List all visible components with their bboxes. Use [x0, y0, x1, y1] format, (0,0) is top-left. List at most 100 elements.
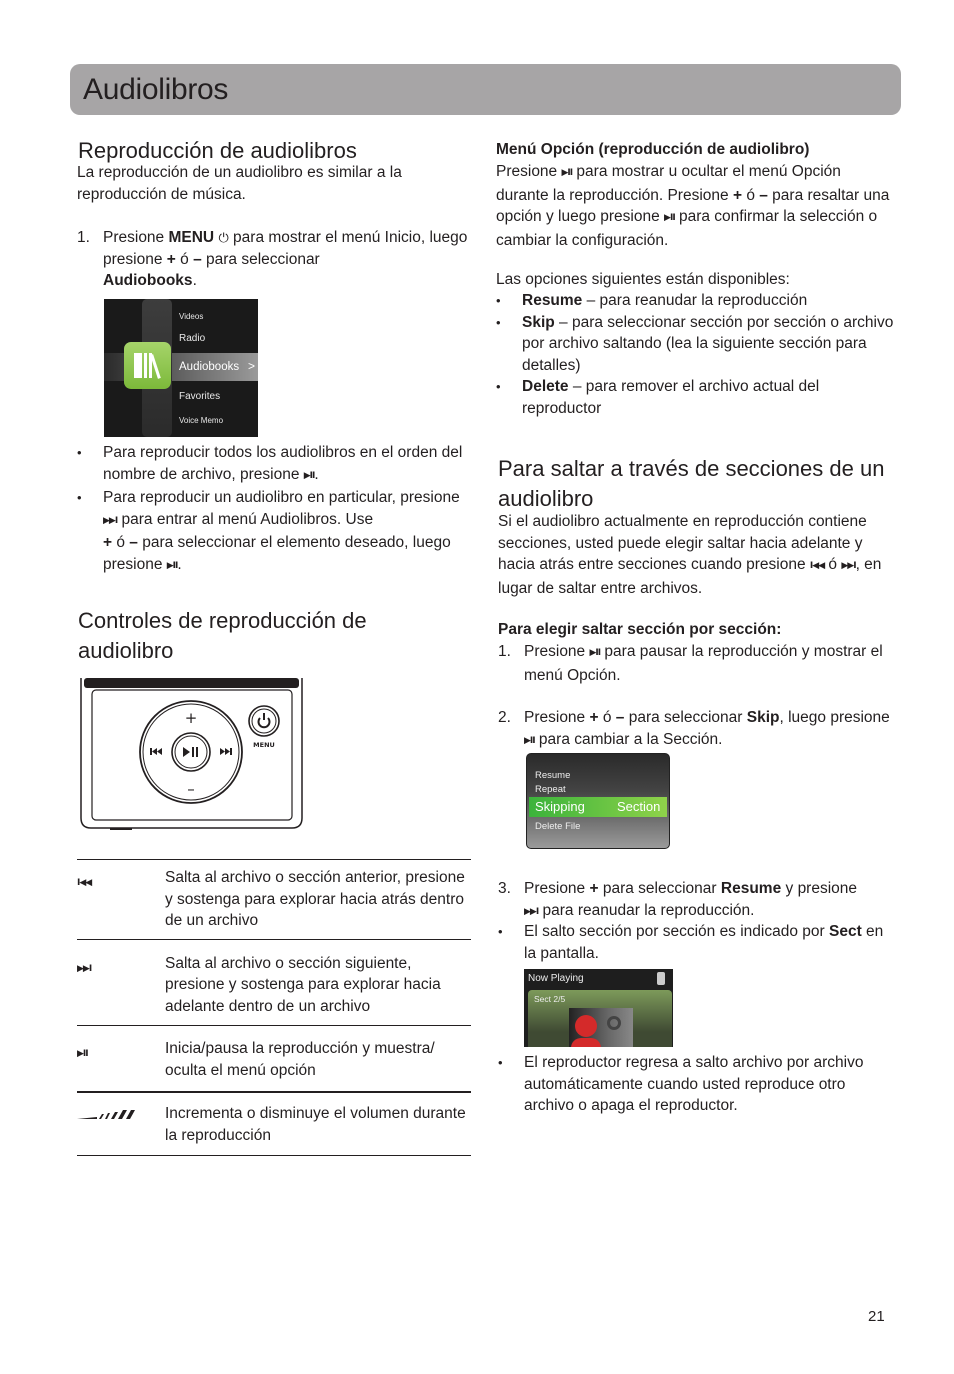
menu-item-favorites[interactable]: Favorites: [179, 391, 220, 403]
album-art: [569, 1008, 633, 1047]
skip-subheading: Para elegir saltar sección por sección:: [498, 619, 898, 641]
menu-power-button[interactable]: [248, 705, 280, 737]
menu-label: MENU: [253, 741, 275, 749]
play-pause-icon: ▶II: [589, 648, 601, 658]
skip-step-2: 2. Presione + ó – para seleccionar Skip, …: [498, 707, 898, 752]
subheading-text: Para elegir saltar sección por sección:: [498, 621, 782, 638]
menu-key-label: MENU: [168, 229, 215, 246]
table-row: I◀◀ Salta al archivo o sección anterior,…: [77, 859, 471, 939]
text: .: [314, 465, 319, 483]
resume-label: Resume: [720, 880, 782, 897]
volume-icon: [77, 1110, 135, 1119]
next-icon: ▶▶I: [103, 515, 118, 526]
option-item-delete-file[interactable]: Delete File: [535, 821, 580, 832]
controls-table: I◀◀ Salta al archivo o sección anterior,…: [77, 859, 471, 1156]
table-row: Incrementa o disminuye el volumen durant…: [77, 1091, 471, 1156]
skipping-label: Skipping: [535, 799, 585, 814]
play-pause-icon: ▶II: [303, 470, 316, 481]
text: Presione: [524, 880, 590, 897]
text: ó: [175, 250, 194, 268]
steps-list-left: 1. Presione MENU ⏻ para mostrar el menú I…: [77, 227, 472, 292]
option-desc: – para reanudar la reproducción: [582, 292, 808, 309]
sect-bullet-list: El salto sección por sección es indicado…: [498, 921, 898, 964]
option-skip: Skip – para seleccionar sección por secc…: [496, 312, 896, 377]
audiobooks-icon: [124, 342, 171, 389]
heading-text: Menú Opción (reproducción de audiolibro): [496, 141, 810, 158]
skip-paragraph: Si el audiolibro actualmente en reproduc…: [498, 511, 898, 599]
play-pause-button[interactable]: [171, 732, 211, 772]
text: ó: [112, 534, 130, 551]
options-list: Resume – para reanudar la reproducción S…: [496, 290, 896, 419]
play-pause-icon: ▶II: [166, 560, 179, 571]
control-description: Inicia/pausa la reproducción y muestra/ …: [165, 1040, 435, 1079]
text: para seleccionar el elemento deseado, lu…: [103, 534, 451, 573]
option-item-repeat[interactable]: Repeat: [535, 784, 566, 795]
return-bullet-list: El reproductor regresa a salto archivo p…: [498, 1052, 898, 1117]
audiobooks-label: Audiobooks: [103, 272, 193, 289]
next-icon: ▶▶I: [77, 963, 92, 974]
text: Para reproducir todos los audiolibros en…: [103, 444, 463, 483]
bullet-sect-indicator: El salto sección por sección es indicado…: [498, 921, 898, 964]
page-number: 21: [868, 1308, 885, 1325]
option-menu-heading: Menú Opción (reproducción de audiolibro): [496, 139, 896, 161]
home-menu-screen: Videos Radio Audiobooks > Favorites Voic…: [104, 299, 258, 437]
text: para cambiar a la Sección.: [534, 730, 723, 748]
text: Para reproducir un audiolibro en particu…: [103, 489, 460, 506]
section-indicator: Sect 2/5: [534, 994, 566, 1004]
option-desc: – para seleccionar sección por sección o…: [522, 313, 894, 374]
skip-steps-list-cont: 3. Presione + para seleccionar Resume y p…: [498, 878, 898, 923]
table-row: ▶II Inicia/pausa la reproducción y muest…: [77, 1025, 471, 1091]
control-description: Salta al archivo o sección siguiente, pr…: [165, 954, 441, 1015]
section-heading-controles: Controles de reproducción de audiolibro: [78, 608, 367, 663]
menu-item-radio[interactable]: Radio: [179, 333, 205, 345]
option-item-skipping[interactable]: Skipping Section: [529, 797, 667, 817]
step-number: 1.: [498, 643, 511, 660]
plus-symbol: +: [589, 880, 599, 897]
minus-symbol: –: [129, 534, 138, 551]
option-menu-screen: Resume Repeat Skipping Section Delete Fi…: [526, 753, 670, 849]
play-pause-icon: ▶II: [77, 1049, 89, 1059]
text: para reanudar la reproducción.: [538, 901, 755, 919]
option-resume: Resume – para reanudar la reproducción: [496, 290, 896, 312]
option-delete: Delete – para remover el archivo actual …: [496, 376, 896, 419]
bullet-play-all: Para reproducir todos los audiolibros en…: [77, 442, 472, 487]
menu-item-videos[interactable]: Videos: [179, 312, 203, 322]
bullet-play-particular: Para reproducir un audiolibro en particu…: [77, 487, 472, 577]
option-menu-paragraph: Presione ▶II para mostrar u ocultar el m…: [496, 161, 896, 251]
volume-down-button[interactable]: –: [187, 780, 195, 798]
page-title: Audiolibros: [83, 73, 229, 106]
menu-item-voice-memo[interactable]: Voice Memo: [179, 416, 223, 426]
text: Presione: [496, 163, 562, 180]
text: ó: [824, 556, 842, 573]
text: para entrar al menú Audiolibros. Use: [117, 510, 374, 528]
text: Presione: [524, 709, 590, 726]
volume-up-button[interactable]: +: [185, 709, 198, 727]
table-row: ▶▶I Salta al archivo o sección siguiente…: [77, 938, 471, 1026]
now-playing-title: Now Playing: [528, 973, 584, 984]
play-pause-icon: ▶II: [664, 213, 676, 223]
skip-step-3: 3. Presione + para seleccionar Resume y p…: [498, 878, 898, 923]
next-icon: ▶▶I: [841, 561, 856, 571]
available-options-label: Las opciones siguientes están disponible…: [496, 271, 790, 288]
text: .: [192, 272, 197, 289]
skipping-value: Section: [617, 799, 661, 814]
control-description: Incrementa o disminuye el volumen durant…: [165, 1105, 466, 1144]
option-item-resume[interactable]: Resume: [535, 770, 570, 781]
step-number: 2.: [498, 709, 511, 726]
skip-label: Skip: [746, 709, 780, 726]
play-pause-icon: ▶II: [524, 735, 536, 746]
text: , luego presione: [779, 709, 890, 726]
skip-step-1: 1. Presione ▶II para pausar la reproducci…: [498, 641, 898, 686]
next-icon: ▶▶I: [524, 906, 539, 917]
option-name: Resume: [522, 292, 583, 309]
text: .: [177, 555, 182, 573]
minus-symbol: –: [193, 250, 202, 268]
sect-label: Sect: [829, 923, 862, 940]
step-1: 1. Presione MENU ⏻ para mostrar el menú I…: [77, 227, 472, 292]
text: ó: [598, 709, 616, 726]
intro-paragraph: La reproducción de un audiolibro es simi…: [77, 164, 402, 203]
bullet-return-file-skip: El reproductor regresa a salto archivo p…: [498, 1052, 898, 1117]
menu-item-audiobooks[interactable]: Audiobooks: [179, 360, 239, 374]
power-icon: ⏻: [218, 230, 229, 245]
text: El salto sección por sección es indicado…: [524, 923, 829, 940]
